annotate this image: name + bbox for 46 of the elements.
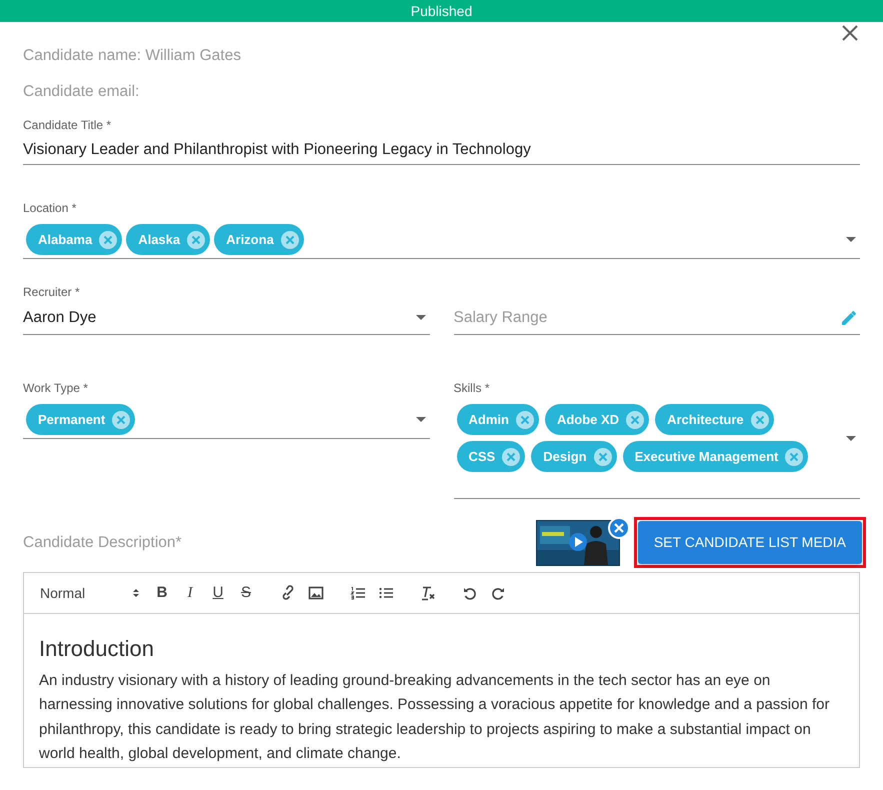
bold-button[interactable]: B [148,581,176,606]
format-select[interactable]: Normal [40,582,140,604]
clear-format-icon[interactable] [420,585,436,602]
field-label: Work Type * [23,380,89,398]
chip[interactable]: Arizona [214,224,304,256]
content-heading: Introduction [39,636,155,663]
dropdown-caret-icon[interactable] [846,237,856,242]
image-icon[interactable] [308,585,324,602]
chip[interactable]: Executive Management [622,441,808,472]
candidate-email: Candidate email: [23,83,140,100]
recruiter-field[interactable]: Aaron Dye [23,301,430,336]
location-field[interactable]: Alabama Alaska Arizona [23,221,860,260]
work-type-field[interactable]: Permanent [23,401,430,440]
dropdown-caret-icon[interactable] [416,315,426,320]
italic-button[interactable]: I [176,581,204,606]
chip[interactable]: Architecture [655,404,774,436]
underline-button[interactable]: U [204,581,232,606]
chip[interactable]: Permanent [26,404,136,436]
sort-caret-icon [132,588,140,598]
field-label: Candidate Description* [23,533,183,554]
chip[interactable]: Admin [456,404,539,436]
close-icon[interactable] [841,24,859,42]
field-label: Candidate Title * [23,117,112,134]
chip[interactable]: Design [531,441,617,472]
field-label: Location * [23,200,78,218]
field-label: Recruiter * [23,284,81,302]
link-icon[interactable] [280,585,296,602]
content-paragraph: An industry visionary with a history of leading ground-breaking advancements in the tech sector has an eye on harnessing innovative solutions for global challenges. Possessing a voracious appetite for knowledge and a passion for philanthropy, this candidate is ready to bring strategic leadership to projects aspiring to make a substantial impact on world health, global development, and climate change. [39,670,830,764]
strikethrough-button[interactable]: S [232,581,260,606]
chip[interactable]: CSS [456,441,526,472]
chip[interactable]: Alaska [126,224,210,256]
skills-field[interactable]: Admin Adobe XD Architecture CSS Design Executive Management [454,401,860,500]
field-label: Skills * [454,380,491,398]
dropdown-caret-icon[interactable] [846,436,856,441]
salary-range-field[interactable]: Salary Range [454,301,860,336]
chip[interactable]: Adobe XD [544,404,650,436]
dropdown-caret-icon[interactable] [416,417,426,422]
title-field[interactable]: Visionary Leader and Philanthropist with Pioneering Legacy in Technology [23,138,860,166]
remove-icon[interactable] [608,516,630,539]
undo-icon[interactable] [462,585,478,602]
redo-icon[interactable] [490,585,506,602]
status-bar: Published [0,0,883,22]
set-media-button[interactable]: SET CANDIDATE LIST MEDIA [638,521,862,564]
chip[interactable]: Alabama [26,224,122,256]
candidate-name: Candidate name: William Gates [23,47,241,64]
numbered-list-icon[interactable] [350,585,366,602]
